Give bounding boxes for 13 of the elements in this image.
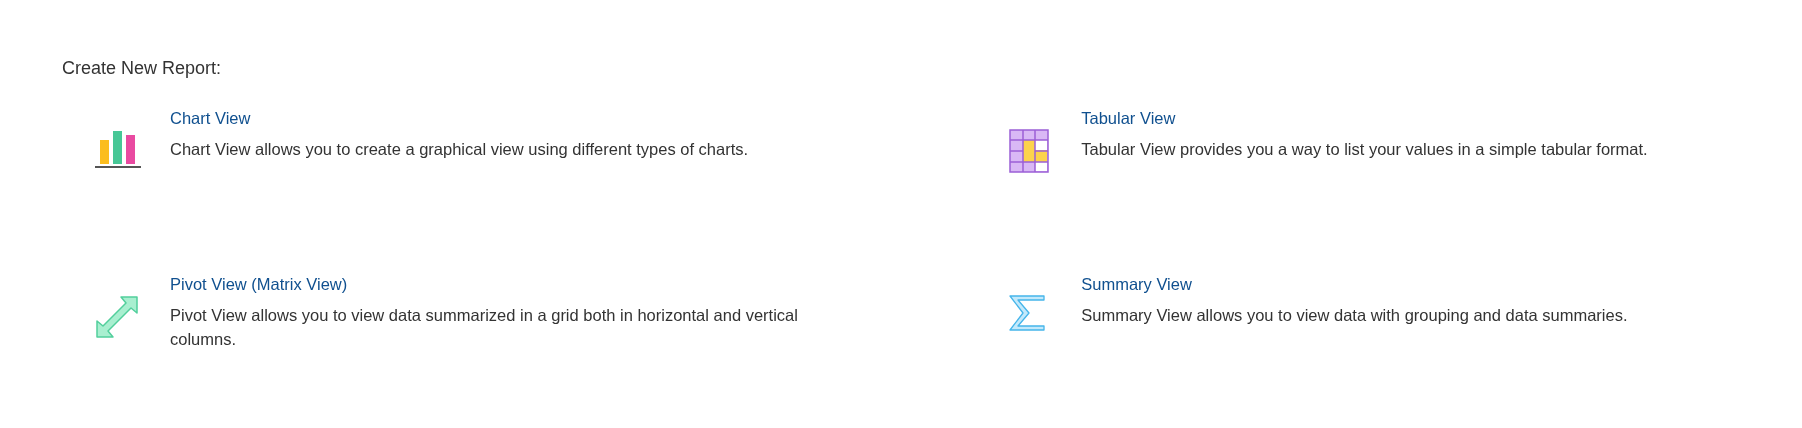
- bar-chart-icon: [95, 129, 141, 169]
- report-type-link[interactable]: Tabular View: [1081, 109, 1176, 128]
- report-type-link[interactable]: Summary View: [1081, 275, 1192, 294]
- report-type-link[interactable]: Pivot View (Matrix View): [170, 275, 348, 294]
- section-heading: Create New Report:: [62, 58, 223, 79]
- sigma-icon: [1009, 295, 1045, 331]
- report-type-description: Summary View allows you to view data with grouping and data summaries.: [1081, 305, 1629, 326]
- diagonal-arrow-icon: [95, 295, 139, 339]
- report-type-description: Chart View allows you to create a graphical view using different types of charts.: [170, 139, 750, 160]
- report-type-description: Tabular View provides you a way to list your values in a simple tabular format.: [1081, 139, 1649, 160]
- report-type-description: Pivot View allows you to view data summarized in a grid both in horizontal and vertical columns.: [170, 305, 799, 350]
- table-icon: [1009, 129, 1049, 173]
- report-type-link[interactable]: Chart View: [170, 109, 251, 128]
